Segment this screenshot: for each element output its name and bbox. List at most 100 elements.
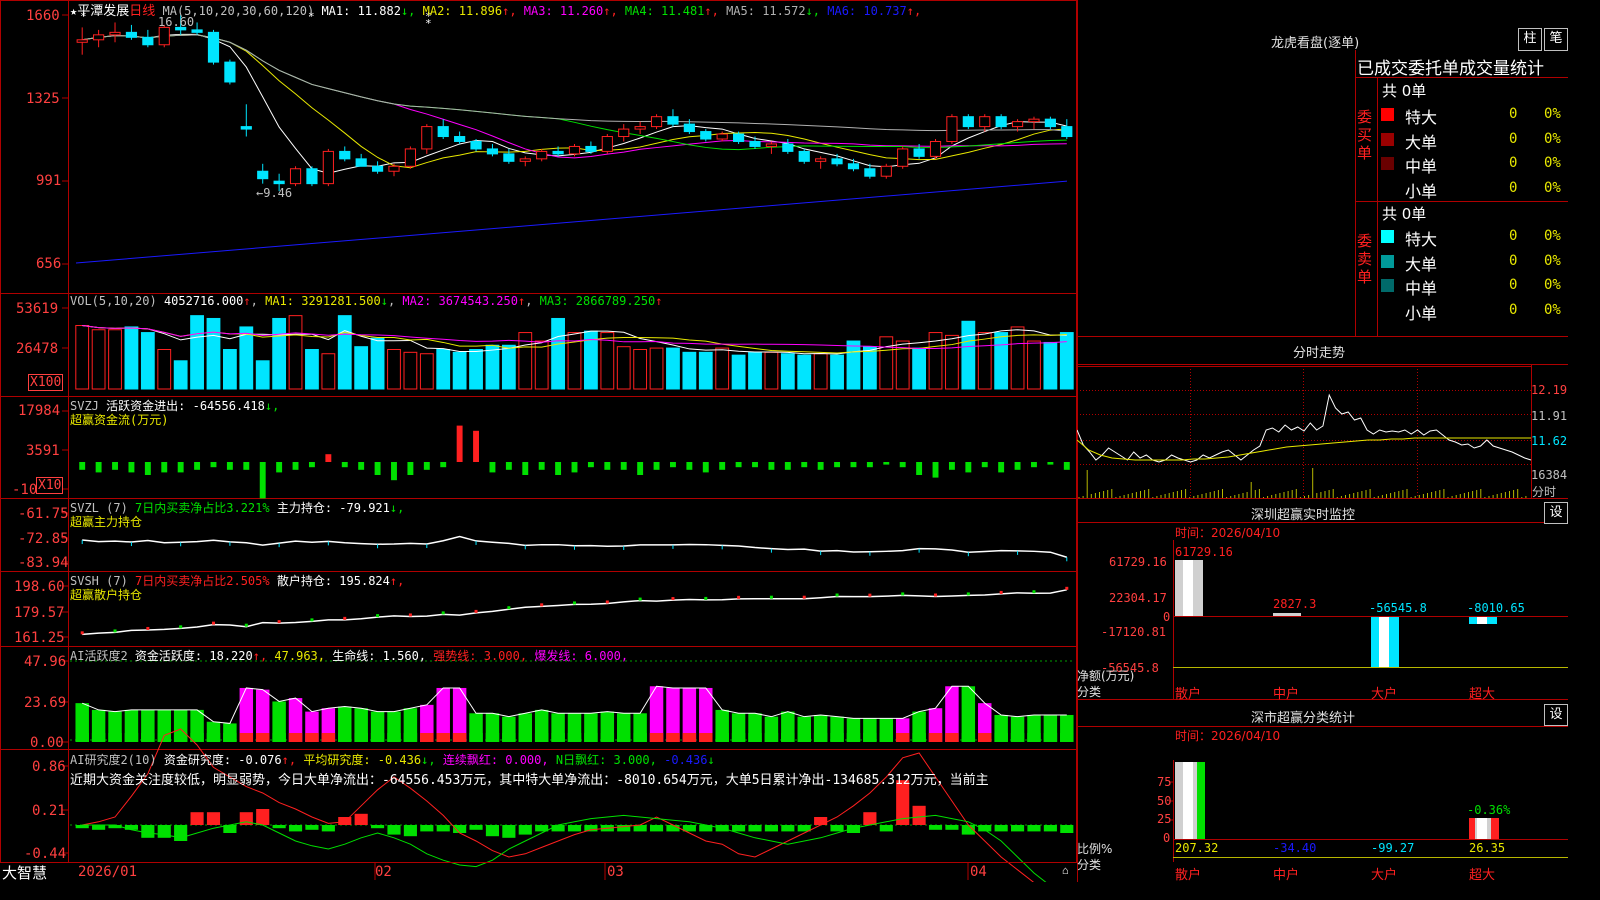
ai2-bar-24: [453, 825, 467, 833]
high-mark: 16.60: [158, 15, 195, 29]
vol-bar-49: [862, 346, 877, 390]
cls-unit1: 比例%: [1077, 842, 1113, 856]
svzj-bar-26: [489, 462, 496, 473]
cls-y-1: 75: [1157, 775, 1172, 789]
svzj-bar-31: [571, 462, 578, 473]
brand-logo[interactable]: 大智慧: [2, 862, 47, 883]
candle-body-27: [503, 153, 515, 162]
vol-value: 4052716.000: [163, 294, 244, 308]
sz-bar-1-highlight: [1183, 560, 1193, 616]
vol-ma1-arrow: ↓: [380, 294, 388, 308]
candle-body-52: [913, 148, 925, 157]
sell-row-pct-1: 0%: [1544, 228, 1561, 244]
ai1-base-12: [255, 733, 270, 742]
buy-row-name-3: 中单: [1405, 157, 1438, 176]
ai2-bar-35: [633, 825, 647, 832]
sz-settings-button[interactable]: 设: [1544, 502, 1568, 524]
period-label[interactable]: 日线: [129, 4, 155, 19]
svzj-bar-6: [161, 462, 168, 473]
chart-canvas[interactable]: * * **: [0, 0, 1077, 882]
ai1-base-41: [731, 733, 746, 742]
candle-body-15: [306, 168, 318, 185]
vol-bar-57: [994, 332, 1009, 390]
ai1-base-52: [912, 733, 926, 742]
cls-cat-1: 散户: [1175, 868, 1202, 883]
ai1-base-25: [469, 733, 483, 742]
vol-bar-29: [534, 340, 549, 390]
candle-body-21: [404, 148, 416, 167]
bar-mode-button[interactable]: 柱: [1518, 28, 1542, 51]
vol-ma3-arrow: ↑: [655, 294, 663, 308]
buy-label: 委买单: [1357, 108, 1373, 162]
buy-row-name-2: 大单: [1405, 132, 1438, 152]
svzj-bar-2: [95, 462, 102, 473]
svsh-arrow: ↑,: [389, 574, 405, 588]
ai2-bar-23: [436, 825, 450, 832]
candle-body-23: [437, 126, 449, 138]
ai2-bar-43: [764, 825, 778, 832]
ma-arrow-3: ↑,: [603, 4, 618, 18]
candle-body-46: [815, 158, 827, 162]
ai2-bar-58: [1011, 825, 1025, 832]
lock-icon[interactable]: ⌂: [1062, 864, 1069, 877]
svsh-dot-53: [934, 593, 938, 597]
ai1-base-30: [551, 733, 565, 742]
vol-ma2: MA2: 3674543.250: [402, 294, 518, 308]
svsh-dot-59: [1032, 590, 1036, 594]
candle-body-22: [421, 126, 433, 150]
vol-bar-30: [551, 317, 565, 390]
buy-row-pct-1: 0%: [1544, 106, 1561, 122]
ai2-y-1: 0.86: [32, 759, 66, 775]
svsh-dot-35: [638, 597, 642, 601]
vol-y-1: 53619: [16, 301, 59, 317]
ai1-base-47: [830, 733, 844, 742]
svzl-name: 超赢主力持仓: [70, 515, 143, 529]
ai2-bar-47: [830, 825, 844, 832]
sz-y-2: 22304.17: [1109, 591, 1167, 605]
ai1-base-24: [452, 733, 467, 742]
svsh-dot-39: [704, 596, 708, 600]
ai2-y-2: 0.21: [32, 803, 66, 819]
candle-body-41: [733, 133, 745, 142]
cls-settings-button[interactable]: 设: [1544, 704, 1568, 726]
svzj-bar-17: [341, 462, 348, 468]
vol-bar-9: [206, 317, 221, 390]
date-apr: 04: [970, 864, 987, 880]
ai2-bar-16: [321, 825, 335, 832]
vol-unit[interactable]: X100: [28, 374, 64, 391]
tick-mode-button[interactable]: 笔: [1544, 28, 1568, 51]
ai1-header: AI活跃度2 资金活跃度: 18.220↑, 47.963, 生命线: 1.56…: [70, 647, 628, 664]
vol-bar-41: [731, 354, 746, 390]
svsh-dot-15: [310, 618, 314, 622]
left-chart-area[interactable]: * * * * ★平潭发展日线 MA(5,10,20,30,60,120) MA1: …: [0, 0, 1077, 882]
vol-bar-37: [666, 347, 680, 390]
svzj-bar-47: [834, 462, 841, 468]
ai2-bar-26: [485, 825, 500, 837]
vol-bar-11: [239, 326, 254, 390]
sz-cat-3: 大户: [1371, 687, 1398, 702]
svzj-unit[interactable]: X10: [36, 477, 64, 494]
buy-row-name-1: 特大: [1405, 108, 1438, 127]
vol-bar-22: [419, 353, 434, 390]
ai2-bar-30: [551, 825, 565, 832]
svzj-bar-4: [128, 462, 135, 473]
svzj-bar-1: [79, 462, 86, 470]
svzj-bar-5: [144, 462, 151, 475]
vol-bar-50: [879, 336, 894, 390]
ai2-bar-41: [732, 825, 746, 832]
ai1-base-55: [961, 733, 976, 742]
buy-total: 共 0单: [1382, 82, 1427, 100]
svsh-dot-31: [573, 601, 576, 605]
ai1-base-14: [288, 733, 303, 742]
ma-value-6: MA6: 10.737: [820, 4, 907, 18]
ai2-a2: ↓,: [421, 753, 436, 767]
ai1-base-34: [617, 733, 631, 742]
cls-y-2: 50: [1157, 794, 1172, 808]
svzl-y-3: -83.94: [18, 555, 69, 571]
intraday-y-1: 12.19: [1531, 383, 1568, 397]
ai1-y-1: 47.96: [24, 654, 67, 670]
ai1-base-31: [567, 733, 582, 742]
ai2-bar-20: [387, 825, 401, 835]
stock-title[interactable]: 平潭发展: [77, 4, 129, 19]
svzj-bar-54: [948, 462, 955, 470]
